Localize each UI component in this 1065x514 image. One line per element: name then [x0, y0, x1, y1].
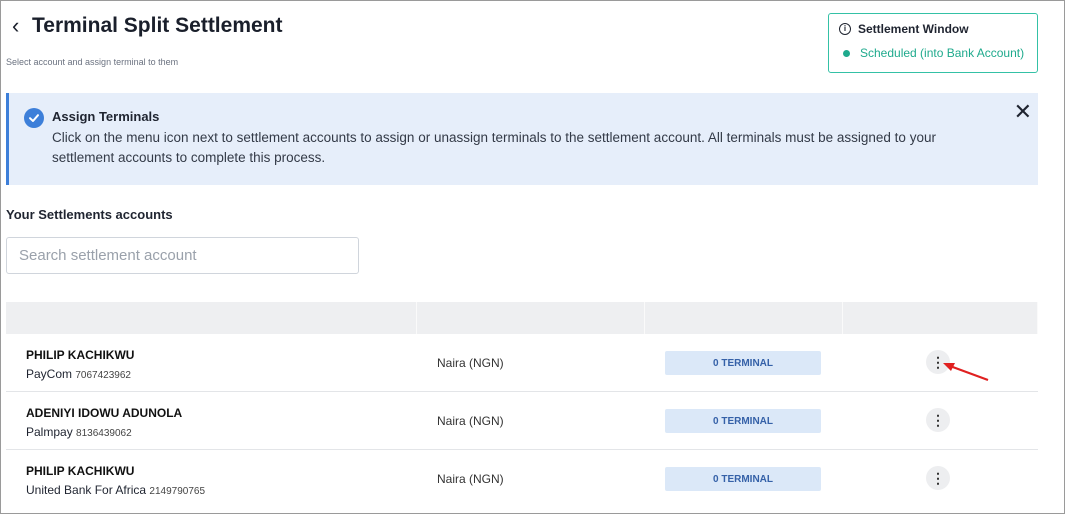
annotation-arrow-icon — [943, 363, 989, 382]
account-name: ADENIYI IDOWU ADUNOLA — [26, 406, 183, 420]
bank-name: United Bank For Africa — [26, 483, 147, 497]
check-circle-icon — [24, 108, 44, 128]
page-title: Terminal Split Settlement — [32, 14, 283, 37]
account-name: PHILIP KACHIKWU — [26, 348, 135, 362]
table-row: ADENIYI IDOWU ADUNOLA Palmpay 8136439062… — [6, 392, 1038, 450]
account-bank: United Bank For Africa 2149790765 — [26, 483, 205, 497]
table-header-cell — [417, 302, 645, 334]
table-row: PHILIP KACHIKWU United Bank For Africa 2… — [6, 450, 1038, 508]
account-number: 8136439062 — [76, 428, 132, 439]
more-menu-icon[interactable]: ⋮ — [926, 408, 950, 432]
account-bank: PayCom 7067423962 — [26, 367, 131, 381]
back-arrow-icon[interactable]: ‹ — [12, 14, 32, 38]
account-currency: Naira (NGN) — [437, 414, 504, 428]
account-currency: Naira (NGN) — [437, 356, 504, 370]
settlement-window-status: Scheduled (into Bank Account) — [839, 46, 1027, 60]
accounts-section-title: Your Settlements accounts — [6, 207, 173, 222]
page-header: ‹ Terminal Split Settlement — [12, 14, 283, 38]
settlement-window-heading: i Settlement Window — [839, 22, 1027, 36]
banner-text: Click on the menu icon next to settlemen… — [52, 130, 936, 165]
assign-terminals-banner: Assign Terminals Click on the menu icon … — [6, 93, 1038, 185]
table-header — [6, 302, 1038, 334]
table-header-cell — [843, 302, 1038, 334]
account-currency: Naira (NGN) — [437, 472, 504, 486]
bank-name: PayCom — [26, 367, 73, 381]
close-icon[interactable]: ✕ — [1014, 101, 1032, 123]
search-input[interactable] — [6, 237, 359, 274]
account-name: PHILIP KACHIKWU — [26, 464, 135, 478]
terminal-count-badge: 0 TERMINAL — [665, 351, 821, 375]
info-icon: i — [839, 23, 851, 35]
account-number: 7067423962 — [75, 370, 131, 381]
page-subtitle: Select account and assign terminal to th… — [6, 57, 179, 67]
accounts-table: PHILIP KACHIKWU PayCom 7067423962 Naira … — [6, 302, 1038, 508]
settlement-window-status-text: Scheduled (into Bank Account) — [860, 46, 1025, 60]
bank-name: Palmpay — [26, 425, 73, 439]
account-bank: Palmpay 8136439062 — [26, 425, 132, 439]
banner-title: Assign Terminals — [52, 109, 160, 124]
account-number: 2149790765 — [149, 486, 206, 497]
table-header-cell — [6, 302, 417, 334]
terminal-count-badge: 0 TERMINAL — [665, 409, 821, 433]
terminal-count-badge: 0 TERMINAL — [665, 467, 821, 491]
settlement-window-card: i Settlement Window Scheduled (into Bank… — [828, 13, 1038, 73]
table-row: PHILIP KACHIKWU PayCom 7067423962 Naira … — [6, 334, 1038, 392]
more-menu-icon[interactable]: ⋮ — [926, 466, 950, 490]
settlement-window-title: Settlement Window — [858, 22, 969, 36]
table-header-cell — [645, 302, 843, 334]
status-dot-icon — [843, 49, 850, 57]
